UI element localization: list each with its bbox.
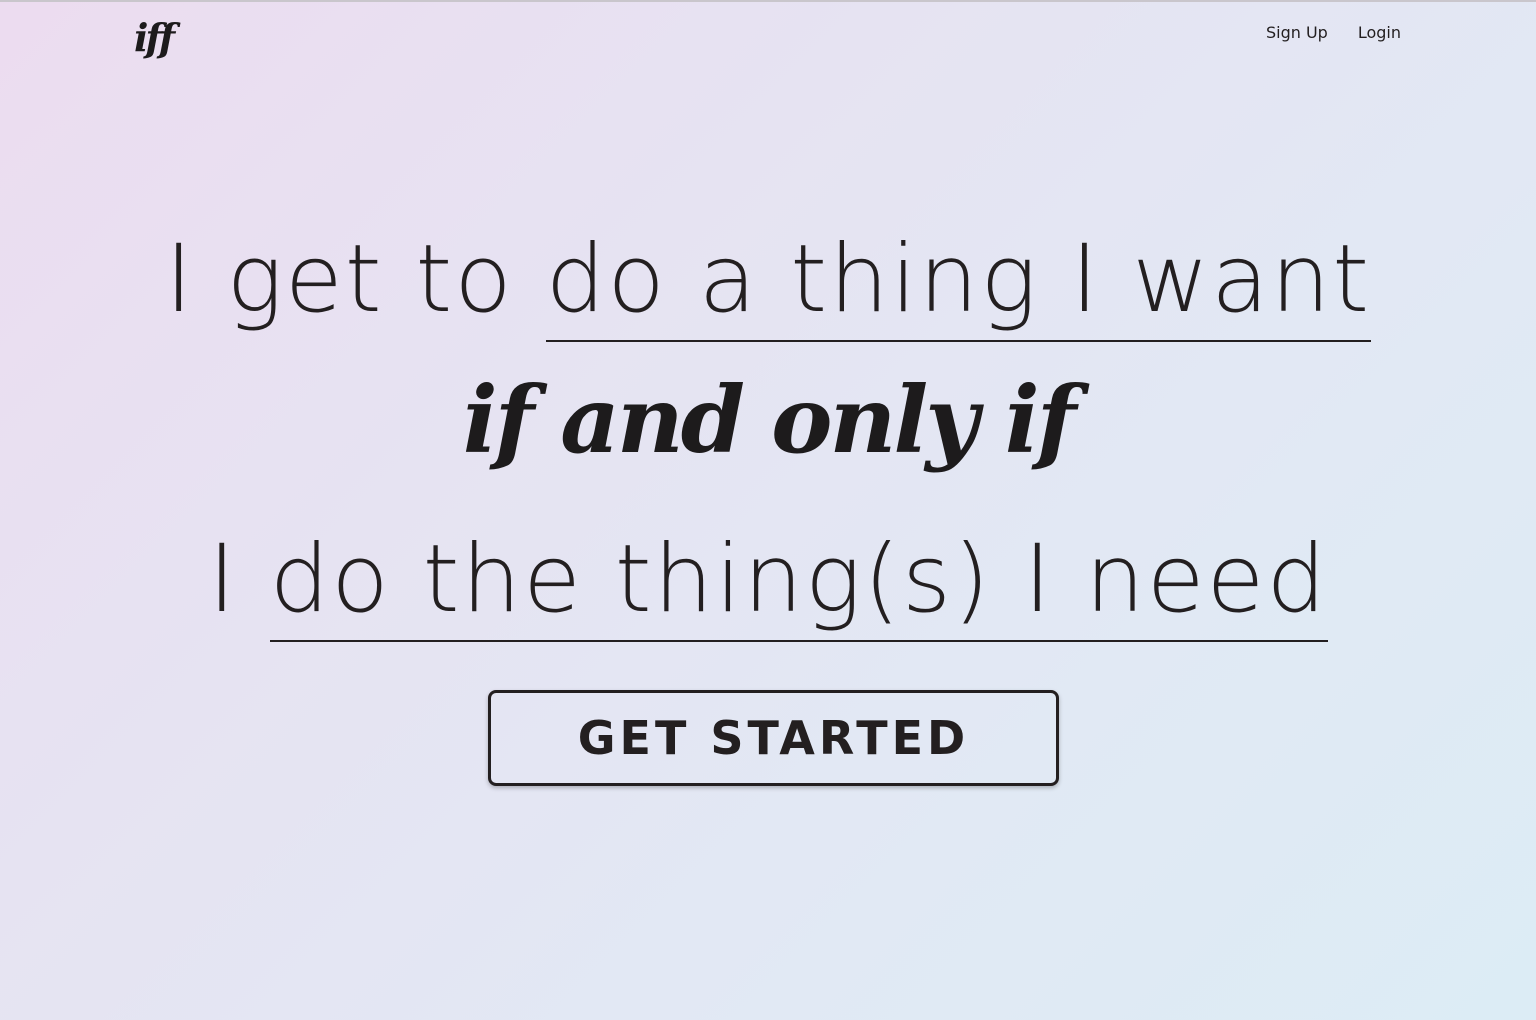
hero-line-want: I get to do a thing I want bbox=[0, 225, 1536, 342]
top-border bbox=[0, 0, 1536, 2]
top-nav: Sign Up Login bbox=[1266, 22, 1401, 44]
hero-line-want-prefix: I get to bbox=[164, 225, 546, 334]
signup-link[interactable]: Sign Up bbox=[1266, 22, 1328, 44]
hero-line-need-underlined: do the thing(s) I need bbox=[269, 525, 1329, 642]
hero-connector: if and only if bbox=[462, 366, 1077, 474]
hero-line-need-prefix: I bbox=[207, 525, 270, 634]
get-started-button[interactable]: GET STARTED bbox=[488, 690, 1059, 786]
hero-line-want-underlined: do a thing I want bbox=[545, 225, 1372, 342]
hero-line-need: I do the thing(s) I need bbox=[0, 525, 1536, 642]
logo[interactable]: iff bbox=[134, 14, 175, 62]
login-link[interactable]: Login bbox=[1358, 22, 1401, 44]
